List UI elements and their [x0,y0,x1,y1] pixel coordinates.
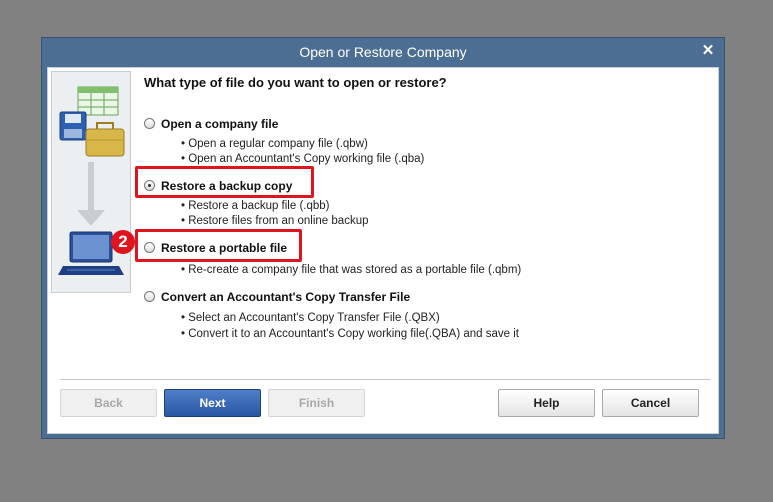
radio-convert-transfer[interactable] [144,291,155,302]
question-heading: What type of file do you want to open or… [144,75,447,90]
option-label: Open a company file [161,117,279,131]
option-detail: • Select an Accountant's Copy Transfer F… [181,312,440,324]
illustration-panel [51,71,131,293]
option-detail: • Open a regular company file (.qbw) [181,138,368,150]
radio-open-company-file[interactable] [144,118,155,129]
arrow-down-icon [77,162,105,226]
open-restore-dialog: Open or Restore Company ✕ What type of f… [41,37,725,439]
option-detail: • Re-create a company file that was stor… [181,264,522,276]
next-button[interactable]: Next [164,389,261,417]
step-badge: 2 [111,230,135,254]
briefcase-icon [85,122,125,157]
option-label: Convert an Accountant's Copy Transfer Fi… [161,290,411,304]
option-detail: • Open an Accountant's Copy working file… [181,153,425,165]
highlight-restore-portable [135,229,302,262]
button-separator [60,379,710,381]
dialog-body: What type of file do you want to open or… [47,67,719,434]
highlight-restore-backup [135,166,314,198]
cancel-button[interactable]: Cancel [602,389,699,417]
close-icon[interactable]: ✕ [700,43,716,59]
dialog-title: Open or Restore Company [299,44,467,60]
spreadsheet-icon [77,86,119,116]
option-detail: • Restore files from an online backup [181,215,369,227]
option-detail: • Restore a backup file (.qbb) [181,200,330,212]
help-button[interactable]: Help [498,389,595,417]
option-detail: • Convert it to an Accountant's Copy wor… [181,328,519,340]
finish-button[interactable]: Finish [268,389,365,417]
floppy-disk-icon [59,111,87,141]
back-button[interactable]: Back [60,389,157,417]
